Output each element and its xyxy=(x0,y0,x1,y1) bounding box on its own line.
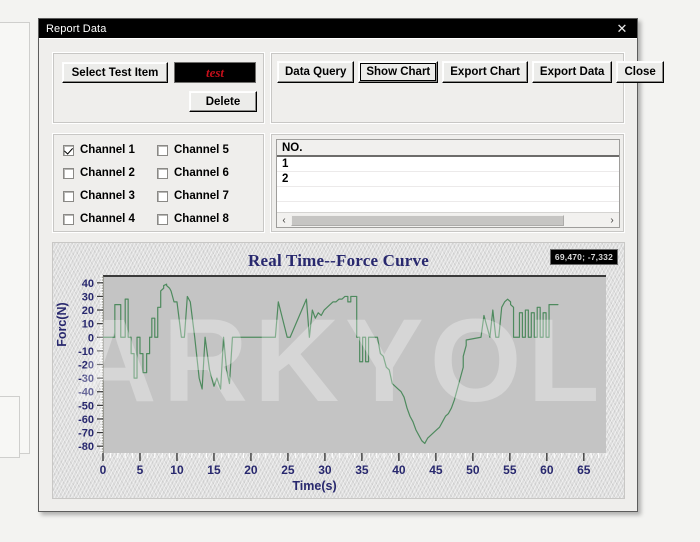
x-axis-tick-label: 30 xyxy=(318,463,332,477)
y-axis-tick-label: -40 xyxy=(78,387,94,399)
test-name-display: test xyxy=(174,62,256,83)
checkbox-label: Channel 2 xyxy=(80,167,135,179)
x-axis-tick-label: 20 xyxy=(244,463,258,477)
background-document-edge-lower xyxy=(0,396,20,458)
plot-area-background xyxy=(103,276,606,453)
window-title: Report Data xyxy=(46,22,107,35)
title-bar: Report Data ✕ xyxy=(39,19,637,38)
checkbox-label: Channel 7 xyxy=(174,190,229,202)
list-item[interactable]: 1 xyxy=(277,157,619,172)
checkbox-channel-3[interactable]: Channel 3 xyxy=(63,190,135,202)
action-button-export-data[interactable]: Export Data xyxy=(531,61,613,83)
actions-group: Data Query Show Chart Export Chart Export D… xyxy=(270,52,664,124)
action-button-close[interactable]: Close xyxy=(616,61,664,83)
checkbox-indicator[interactable] xyxy=(157,144,168,156)
checkbox-label: Channel 5 xyxy=(174,144,229,156)
checkbox-channel-2[interactable]: Channel 2 xyxy=(63,167,135,179)
checkbox-channel-1[interactable]: Channel 1 xyxy=(63,144,135,156)
checkbox-indicator[interactable] xyxy=(157,190,168,202)
y-axis-title: Forc(N) xyxy=(55,302,69,346)
y-axis-tick-label: 40 xyxy=(82,278,94,290)
y-axis-tick-label: 20 xyxy=(82,305,94,317)
action-button-data-query[interactable]: Data Query xyxy=(277,61,355,83)
checkbox-indicator[interactable] xyxy=(63,213,74,225)
x-axis-tick-label: 60 xyxy=(540,463,554,477)
checkbox-indicator[interactable] xyxy=(63,190,74,202)
scrollbar-track[interactable] xyxy=(291,214,605,226)
column-header-no: NO. xyxy=(282,141,303,154)
x-axis-tick-label: 10 xyxy=(170,463,184,477)
y-axis-tick-label: 30 xyxy=(82,291,94,303)
checkbox-indicator[interactable] xyxy=(63,167,74,179)
force-curve-chart: 403020100-10-20-30-40-50-60-70-80Forc(N)… xyxy=(55,275,607,493)
list-item-empty[interactable] xyxy=(277,187,619,202)
test-name-value: test xyxy=(205,64,225,80)
report-data-dialog: Report Data ✕ Select Test Item test Dele… xyxy=(38,18,664,512)
checkbox-channel-5[interactable]: Channel 5 xyxy=(157,144,229,156)
x-axis-tick-label: 5 xyxy=(137,463,144,477)
channel-selection-group: Channel 1 Channel 2 Channel 3 Channel 4 Chan… xyxy=(52,133,265,233)
checkbox-channel-8[interactable]: Channel 8 xyxy=(157,213,229,225)
y-axis-tick-label: 0 xyxy=(88,332,94,344)
x-axis-tick-label: 65 xyxy=(577,463,591,477)
chart-canvas[interactable]: 40 30 20 10 0 -10 -20 -30 -40 -50 -60 -70 -80 Forc(N)… xyxy=(53,243,624,498)
checkbox-indicator[interactable] xyxy=(157,213,168,225)
record-list[interactable]: NO. 12 ‹ › xyxy=(276,139,620,228)
checkbox-label: Channel 3 xyxy=(80,190,135,202)
record-list-header: NO. xyxy=(277,140,619,157)
checkbox-channel-6[interactable]: Channel 6 xyxy=(157,167,229,179)
dialog-client-area: Select Test Item test Delete Data Query S… xyxy=(39,38,664,511)
y-axis-tick-label: 10 xyxy=(82,319,94,331)
y-axis-tick-label: -30 xyxy=(78,373,94,385)
x-axis-tick-label: 55 xyxy=(503,463,517,477)
action-button-export-chart[interactable]: Export Chart xyxy=(442,61,528,83)
x-axis-tick-label: 45 xyxy=(429,463,443,477)
background-document-edge xyxy=(0,22,30,454)
screen: Report Data ✕ Select Test Item test Dele… xyxy=(0,0,700,542)
action-button-row: Data Query Show Chart Export Chart Export D… xyxy=(277,61,664,83)
x-axis-title: Time(s) xyxy=(292,479,336,493)
checkbox-indicator[interactable] xyxy=(63,144,74,156)
checkbox-channel-4[interactable]: Channel 4 xyxy=(63,213,135,225)
y-axis-tick-label: -70 xyxy=(78,428,94,440)
x-axis-tick-label: 40 xyxy=(392,463,406,477)
coordinate-readout: 69,470; -7,332 xyxy=(549,249,618,265)
checkbox-label: Channel 4 xyxy=(80,213,135,225)
select-test-item-button[interactable]: Select Test Item xyxy=(62,62,168,83)
y-axis-tick-label: -60 xyxy=(78,414,94,426)
scrollbar-thumb[interactable] xyxy=(291,214,565,226)
checkbox-channel-7[interactable]: Channel 7 xyxy=(157,190,229,202)
record-list-horizontal-scrollbar[interactable]: ‹ › xyxy=(277,212,619,227)
list-item[interactable]: 2 xyxy=(277,172,619,187)
x-axis-tick-label: 35 xyxy=(355,463,369,477)
checkbox-label: Channel 8 xyxy=(174,213,229,225)
record-list-group: NO. 12 ‹ › xyxy=(270,133,625,233)
x-axis-tick-label: 0 xyxy=(100,463,107,477)
chart-title: Real Time--Force Curve xyxy=(248,251,429,270)
x-axis-tick-label: 15 xyxy=(207,463,221,477)
checkbox-label: Channel 6 xyxy=(174,167,229,179)
scroll-left-icon[interactable]: ‹ xyxy=(277,213,291,227)
checkbox-label: Channel 1 xyxy=(80,144,135,156)
y-axis-tick-label: -50 xyxy=(78,400,94,412)
delete-button[interactable]: Delete xyxy=(189,91,257,112)
x-axis-tick-label: 25 xyxy=(281,463,295,477)
test-item-group: Select Test Item test Delete xyxy=(52,52,265,124)
scroll-right-icon[interactable]: › xyxy=(605,213,619,227)
checkbox-indicator[interactable] xyxy=(157,167,168,179)
y-axis-tick-label: -80 xyxy=(78,441,94,453)
action-button-show-chart[interactable]: Show Chart xyxy=(358,61,439,83)
close-icon[interactable]: ✕ xyxy=(609,20,635,37)
chart-panel: 40 30 20 10 0 -10 -20 -30 -40 -50 -60 -70 -80 Forc(N)… xyxy=(52,242,625,499)
x-axis-tick-label: 50 xyxy=(466,463,480,477)
y-axis-tick-label: -10 xyxy=(78,346,94,358)
y-axis-tick-label: -20 xyxy=(78,360,94,372)
